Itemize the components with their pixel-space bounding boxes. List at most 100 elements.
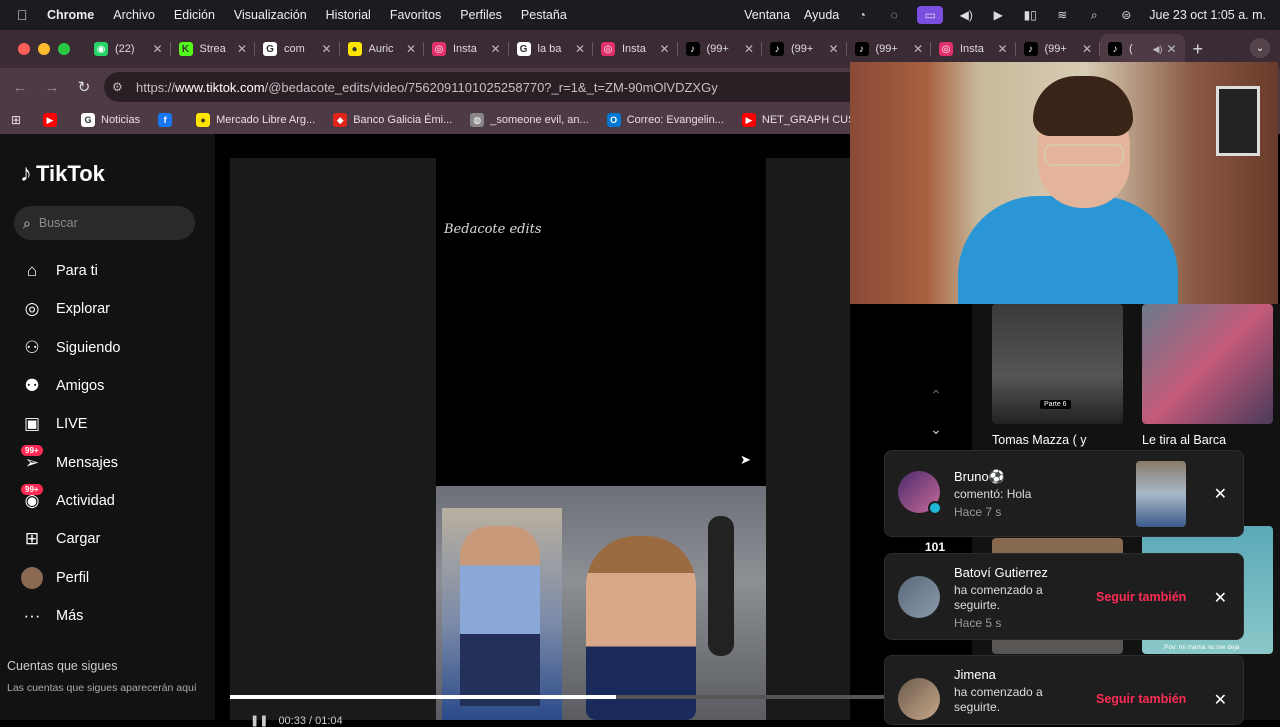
bookmark-item[interactable]: ◆ Banco Galicia Émi... [333, 113, 452, 127]
notification-user[interactable]: Bruno⚽ [954, 469, 1005, 485]
browser-tab[interactable]: ♪ (◀) ✕ [1100, 34, 1185, 64]
tab-close-icon[interactable]: ✕ [744, 42, 754, 56]
tiktok-logo[interactable]: ♪ TikTok [20, 160, 105, 188]
video-preview-thumbnail[interactable] [1136, 461, 1186, 527]
bookmark-item[interactable]: ▶ NET_GRAPH CUS... [741, 113, 865, 127]
apple-menu-icon[interactable]:  [17, 7, 35, 23]
related-video-title[interactable]: Le tira al Barca [1142, 433, 1226, 447]
notification-follow[interactable]: Batoví Gutierrez ha comenzado a seguirte… [884, 553, 1244, 640]
related-video-thumbnail[interactable]: Parte 6 [992, 304, 1123, 424]
menu-perfiles[interactable]: Perfiles [460, 8, 502, 22]
next-video-icon[interactable]: ⌄ [926, 412, 946, 446]
bookmark-item[interactable]: ● Mercado Libre Arg... [196, 113, 315, 127]
sidebar-item-following[interactable]: ⚇ Siguiendo [20, 329, 210, 367]
menu-historial[interactable]: Historial [326, 8, 371, 22]
bookmark-item[interactable]: G Noticias [81, 113, 140, 127]
related-video-thumbnail[interactable] [1142, 304, 1273, 424]
related-video-title[interactable]: Tomas Mazza ( y [992, 433, 1086, 447]
notification-user[interactable]: Jimena [954, 667, 996, 682]
bookmark-item[interactable]: ▶ [43, 113, 63, 127]
notification-comment[interactable]: Bruno⚽ comentó: Hola Hace 7 s ✕ [884, 450, 1244, 537]
video-player-area[interactable]: Bedacote edits ❚❚ 00:33 / 01:04 [230, 158, 884, 727]
tab-search-chevron-icon[interactable]: ⌄ [1250, 38, 1270, 58]
tab-close-icon[interactable]: ✕ [321, 42, 331, 56]
screenshare-icon[interactable]: ◔ [853, 8, 871, 22]
zoom-window-button[interactable] [58, 43, 70, 55]
sidebar-item-upload[interactable]: ⊞ Cargar [20, 520, 210, 558]
previous-video-icon[interactable]: ⌃ [926, 378, 946, 412]
follow-back-button[interactable]: Seguir también [1096, 692, 1186, 706]
follow-back-button[interactable]: Seguir también [1096, 590, 1186, 604]
browser-tab[interactable]: ◎ Insta ✕ [593, 34, 678, 64]
reload-icon[interactable]: ↻ [72, 78, 96, 96]
tab-close-icon[interactable]: ✕ [490, 42, 500, 56]
menu-pestana[interactable]: Pestaña [521, 8, 567, 22]
apps-grid-icon[interactable]: ⊞ [11, 113, 27, 127]
sidebar-item-more[interactable]: ··· Más [20, 597, 210, 635]
menu-favoritos[interactable]: Favoritos [390, 8, 441, 22]
menu-archivo[interactable]: Archivo [113, 8, 155, 22]
menu-edicion[interactable]: Edición [174, 8, 215, 22]
browser-tab[interactable]: ♪ (99+ ✕ [847, 34, 931, 64]
siri-icon[interactable]: ◌ [885, 8, 903, 22]
minimize-window-button[interactable] [38, 43, 50, 55]
pause-icon[interactable]: ❚❚ [250, 714, 268, 727]
notification-user[interactable]: Batoví Gutierrez [954, 565, 1048, 580]
browser-tab[interactable]: ◉ (22) ✕ [86, 34, 171, 64]
menu-chrome[interactable]: Chrome [47, 8, 94, 22]
browser-tab[interactable]: K Strea ✕ [171, 34, 255, 64]
avatar[interactable] [898, 678, 940, 720]
sidebar-item-home[interactable]: ⌂ Para ti [20, 252, 210, 290]
browser-tab[interactable]: ♪ (99+ ✕ [1016, 34, 1100, 64]
forward-arrow-icon[interactable]: → [40, 79, 64, 96]
tab-close-icon[interactable]: ✕ [913, 42, 923, 56]
back-arrow-icon[interactable]: ← [8, 79, 32, 96]
menu-ventana[interactable]: Ventana [744, 8, 790, 22]
close-icon[interactable]: ✕ [1214, 588, 1227, 608]
new-tab-button[interactable]: + [1193, 39, 1204, 60]
tab-close-icon[interactable]: ✕ [1166, 42, 1176, 56]
search-input[interactable]: ⌕ Buscar [14, 206, 195, 240]
site-settings-icon[interactable]: ⚙ [112, 80, 132, 94]
tab-close-icon[interactable]: ✕ [659, 42, 669, 56]
spotlight-search-icon[interactable]: ⌕ [1085, 8, 1103, 22]
menu-visualizacion[interactable]: Visualización [234, 8, 307, 22]
tab-audio-icon[interactable]: ◀) [1153, 44, 1163, 55]
browser-tab[interactable]: Gcom ✕ [255, 34, 340, 64]
bookmark-item[interactable]: f [158, 113, 178, 127]
menu-ayuda[interactable]: Ayuda [804, 8, 839, 22]
bookmark-item[interactable]: O Correo: Evangelin... [606, 113, 724, 127]
browser-tab[interactable]: ◎ Insta ✕ [424, 34, 509, 64]
sidebar-item-friends[interactable]: ⚉ Amigos [20, 367, 210, 405]
browser-tab[interactable]: ♪ (99+ ✕ [762, 34, 847, 64]
battery-icon[interactable]: ▮▯ [1021, 8, 1039, 22]
browser-tab[interactable]: ♪ (99+ ✕ [678, 34, 762, 64]
tab-close-icon[interactable]: ✕ [237, 42, 247, 56]
browser-tab[interactable]: ● Auric ✕ [340, 34, 424, 64]
browser-tab[interactable]: Gla ba ✕ [509, 34, 593, 64]
avatar[interactable] [898, 576, 940, 618]
tab-close-icon[interactable]: ✕ [997, 42, 1007, 56]
play-icon[interactable]: ▶ [989, 8, 1007, 22]
sidebar-item-messages[interactable]: ➢ Mensajes 99+ [20, 443, 210, 481]
control-center-icon[interactable]: ⊜ [1117, 8, 1135, 22]
volume-icon[interactable]: ◀) [957, 8, 975, 22]
notification-follow[interactable]: Jimena ha comenzado a seguirte. Seguir t… [884, 655, 1244, 725]
browser-tab[interactable]: ◎ Insta ✕ [931, 34, 1016, 64]
tab-close-icon[interactable]: ✕ [575, 42, 585, 56]
bookmark-item[interactable]: ◍ _someone evil, an... [470, 113, 589, 127]
address-bar[interactable]: ⚙ https://www.tiktok.com/@bedacote_edits… [104, 72, 864, 102]
tab-close-icon[interactable]: ✕ [152, 42, 162, 56]
sidebar-item-profile-avatar[interactable]: Perfil [20, 558, 210, 596]
close-icon[interactable]: ✕ [1214, 484, 1227, 504]
tab-close-icon[interactable]: ✕ [828, 42, 838, 56]
close-window-button[interactable] [18, 43, 30, 55]
close-icon[interactable]: ✕ [1214, 690, 1227, 710]
sidebar-item-compass[interactable]: ◎ Explorar [20, 290, 210, 328]
sidebar-item-live[interactable]: ▣ LIVE [20, 405, 210, 443]
sidebar-item-activity[interactable]: ◉ Actividad 99+ [20, 482, 210, 520]
video-progress-bar[interactable] [230, 695, 884, 699]
screen-mirroring-icon[interactable]: ▭ [917, 6, 944, 24]
wifi-icon[interactable]: ≋ [1053, 8, 1071, 22]
tab-close-icon[interactable]: ✕ [1082, 42, 1092, 56]
